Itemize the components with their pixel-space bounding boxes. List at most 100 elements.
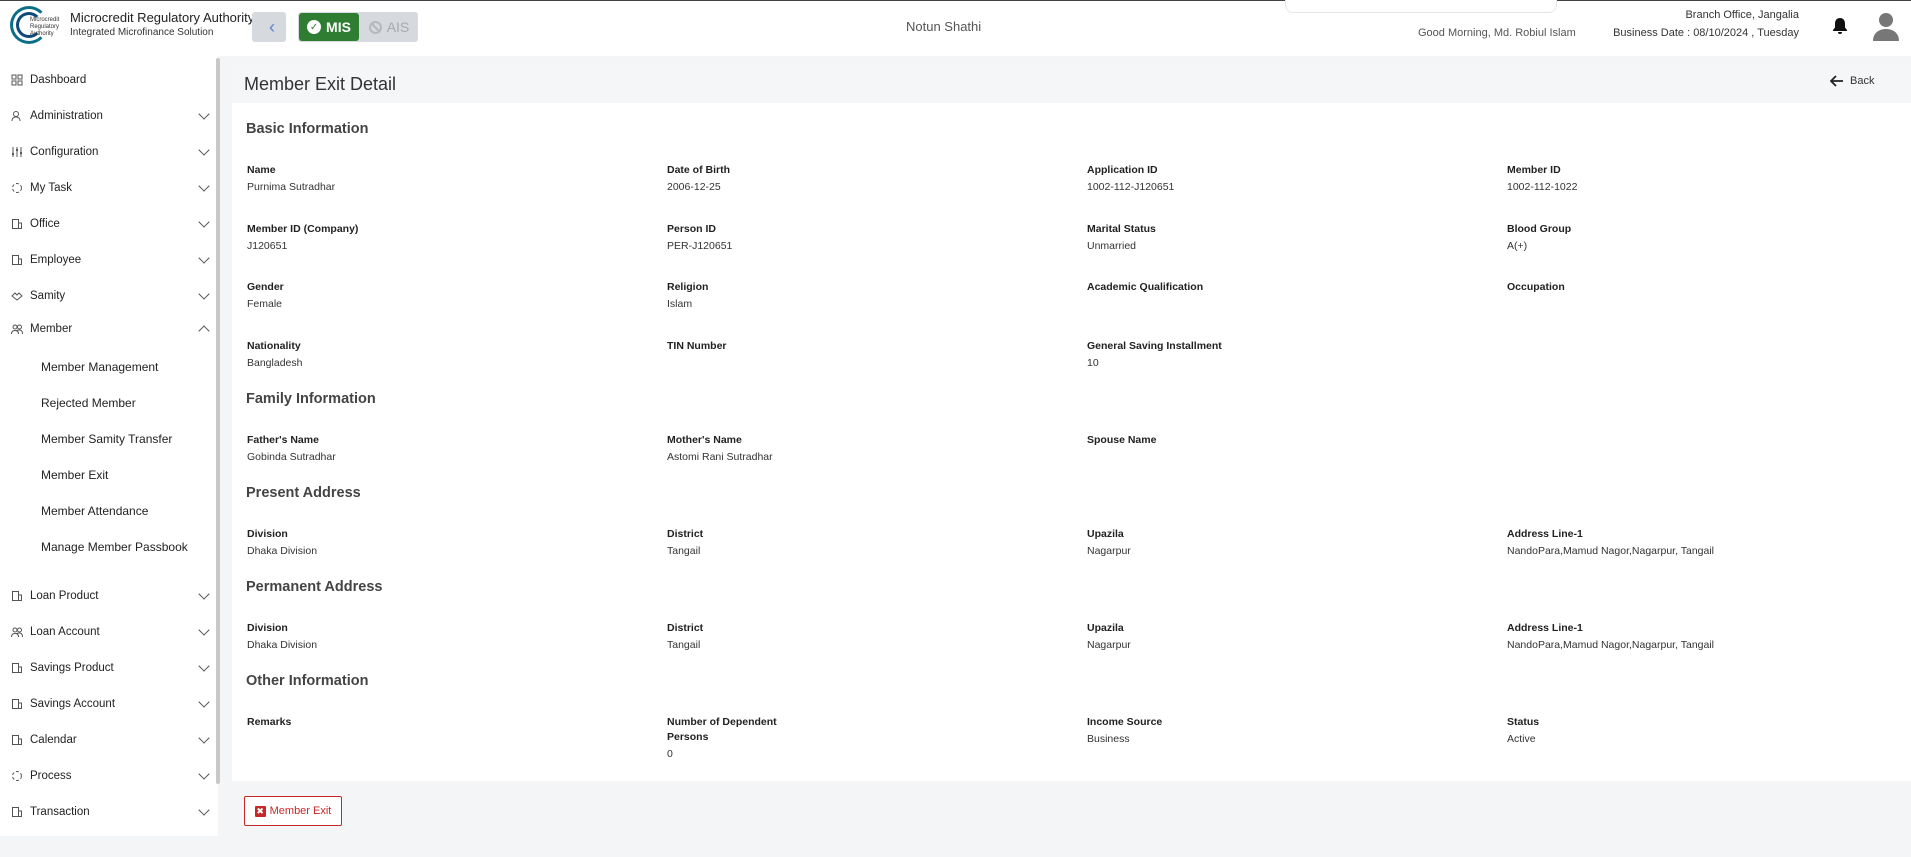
field-value-present-division: Dhaka Division	[247, 545, 318, 557]
field-label: Religion	[667, 281, 709, 293]
sidebar-subitem-member-attendance[interactable]: Member Attendance	[41, 501, 148, 521]
field-label: Division	[247, 622, 288, 634]
field-label: Name	[247, 164, 276, 176]
field-value-nationality: Bangladesh	[247, 357, 303, 369]
field-value-application-id: 1002-112-J120651	[1087, 181, 1175, 193]
sidebar-item-transaction[interactable]: Transaction	[10, 801, 210, 823]
check-circle-icon: ✓	[307, 20, 322, 34]
sidebar-scrollbar[interactable]	[216, 58, 220, 784]
mra-logo: Microcredit Regulatory Authority	[8, 5, 66, 45]
sidebar-item-office[interactable]: Office	[10, 213, 210, 235]
field-value-gender: Female	[247, 298, 283, 310]
grid-icon	[10, 73, 24, 87]
field-label: TIN Number	[667, 340, 727, 352]
content-divider	[232, 781, 1911, 783]
building-icon	[10, 733, 24, 747]
field-label: Academic Qualification	[1087, 281, 1204, 293]
sidebar-item-savings-account[interactable]: Savings Account	[10, 693, 210, 715]
field-label: Address Line-1	[1507, 622, 1583, 634]
sidebar-item-configuration[interactable]: Configuration	[10, 141, 210, 163]
sidebar-item-dashboard[interactable]: Dashboard	[10, 69, 210, 91]
field-value-permanent-address-line-1: NandoPara,Mamud Nagor,Nagarpur, Tangail	[1507, 639, 1715, 651]
sidebar-item-samity[interactable]: Samity	[10, 285, 210, 307]
sidebar-item-my-task[interactable]: My Task	[10, 177, 210, 199]
user-avatar-icon[interactable]	[1872, 11, 1900, 41]
sidebar-item-employee[interactable]: Employee	[10, 249, 210, 271]
field-label: Upazila	[1087, 622, 1124, 634]
field-value-income-source: Business	[1087, 733, 1130, 745]
sidebar-item-calendar[interactable]: Calendar	[10, 729, 210, 751]
ais-mode-button[interactable]: AIS	[362, 13, 416, 41]
field-label: District	[667, 622, 704, 634]
field-value-status: Active	[1507, 733, 1536, 745]
field-value-permanent-district: Tangail	[667, 639, 701, 651]
chevron-down-icon	[198, 252, 210, 264]
sidebar-subitem-rejected-member[interactable]: Rejected Member	[41, 393, 136, 413]
chevron-down-icon	[198, 180, 210, 192]
section-title-permanent-address: Permanent Address	[246, 579, 383, 595]
sidebar-subitem-member-exit[interactable]: Member Exit	[41, 465, 108, 485]
building-icon	[10, 589, 24, 603]
mis-mode-button[interactable]: ✓ MIS	[299, 13, 359, 41]
field-value-fathers-name: Gobinda Sutradhar	[247, 451, 336, 463]
top-header: Microcredit Regulatory Authority Microcr…	[0, 0, 1911, 56]
field-value-present-district: Tangail	[667, 545, 701, 557]
field-label: Remarks	[247, 716, 292, 728]
chevron-down-icon	[198, 288, 210, 300]
chevron-up-icon	[198, 325, 210, 337]
top-dropdown-tab[interactable]	[1285, 0, 1557, 13]
collapse-sidebar-button[interactable]: ‹‹	[252, 12, 286, 42]
field-label: Marital Status	[1087, 223, 1156, 235]
chevron-down-icon	[198, 624, 210, 636]
sidebar-item-administration[interactable]: Administration	[10, 105, 210, 127]
sidebar-subitem-member-management[interactable]: Member Management	[41, 357, 158, 377]
section-title-present-address: Present Address	[246, 485, 361, 501]
users-icon	[10, 625, 24, 639]
field-label: District	[667, 528, 704, 540]
field-value-dob: 2006-12-25	[667, 181, 721, 193]
app-subtitle: Integrated Microfinance Solution	[70, 27, 214, 38]
arrow-left-icon	[1830, 75, 1843, 87]
field-label: Gender	[247, 281, 284, 293]
ban-icon	[368, 20, 382, 34]
field-value-blood-group: A(+)	[1507, 240, 1528, 252]
page-title: Member Exit Detail	[244, 74, 397, 94]
loader-icon	[10, 769, 24, 783]
field-value-marital-status: Unmarried	[1087, 240, 1137, 252]
section-title-basic: Basic Information	[246, 121, 369, 137]
back-button[interactable]: Back	[1830, 75, 1874, 87]
chevron-down-icon	[198, 732, 210, 744]
field-label: Status	[1507, 716, 1540, 728]
sliders-icon	[10, 145, 24, 159]
mode-switch: ✓ MIS AIS	[298, 12, 418, 42]
page-title-bar: Member Exit Detail Back	[232, 63, 1911, 103]
chevron-down-icon	[198, 696, 210, 708]
field-value-permanent-division: Dhaka Division	[247, 639, 318, 651]
field-value-religion: Islam	[667, 298, 693, 310]
field-label: General Saving Installment	[1087, 340, 1222, 352]
field-value-person-id: PER-J120651	[667, 240, 733, 252]
sidebar-item-member[interactable]: Member	[10, 318, 210, 340]
sidebar-item-loan-product[interactable]: Loan Product	[10, 585, 210, 607]
building-icon	[10, 217, 24, 231]
chevron-down-icon	[198, 144, 210, 156]
branch-office: Branch Office, Jangalia	[1685, 9, 1799, 21]
users-cog-icon	[10, 109, 24, 123]
sidebar-subitem-manage-member-passbook[interactable]: Manage Member Passbook	[41, 537, 188, 557]
member-exit-button[interactable]: ✖ Member Exit	[244, 796, 342, 826]
field-label: Upazila	[1087, 528, 1124, 540]
sidebar-subitem-member-samity-transfer[interactable]: Member Samity Transfer	[41, 429, 172, 449]
sidebar-item-loan-account[interactable]: Loan Account	[10, 621, 210, 643]
chevron-down-icon	[198, 660, 210, 672]
sidebar-item-savings-product[interactable]: Savings Product	[10, 657, 210, 679]
field-label: Father's Name	[247, 434, 319, 446]
field-value-mothers-name: Astomi Rani Sutradhar	[667, 451, 773, 463]
building-icon	[10, 805, 24, 819]
field-value-present-address-line-1: NandoPara,Mamud Nagor,Nagarpur, Tangail	[1507, 545, 1715, 557]
sidebar-item-process[interactable]: Process	[10, 765, 210, 787]
field-label: Occupation	[1507, 281, 1565, 293]
greeting-text: Good Morning, Md. Robiul Islam	[1418, 27, 1576, 39]
bell-icon[interactable]	[1832, 17, 1848, 35]
field-value-name: Purnima Sutradhar	[247, 181, 336, 193]
field-label: Division	[247, 528, 288, 540]
